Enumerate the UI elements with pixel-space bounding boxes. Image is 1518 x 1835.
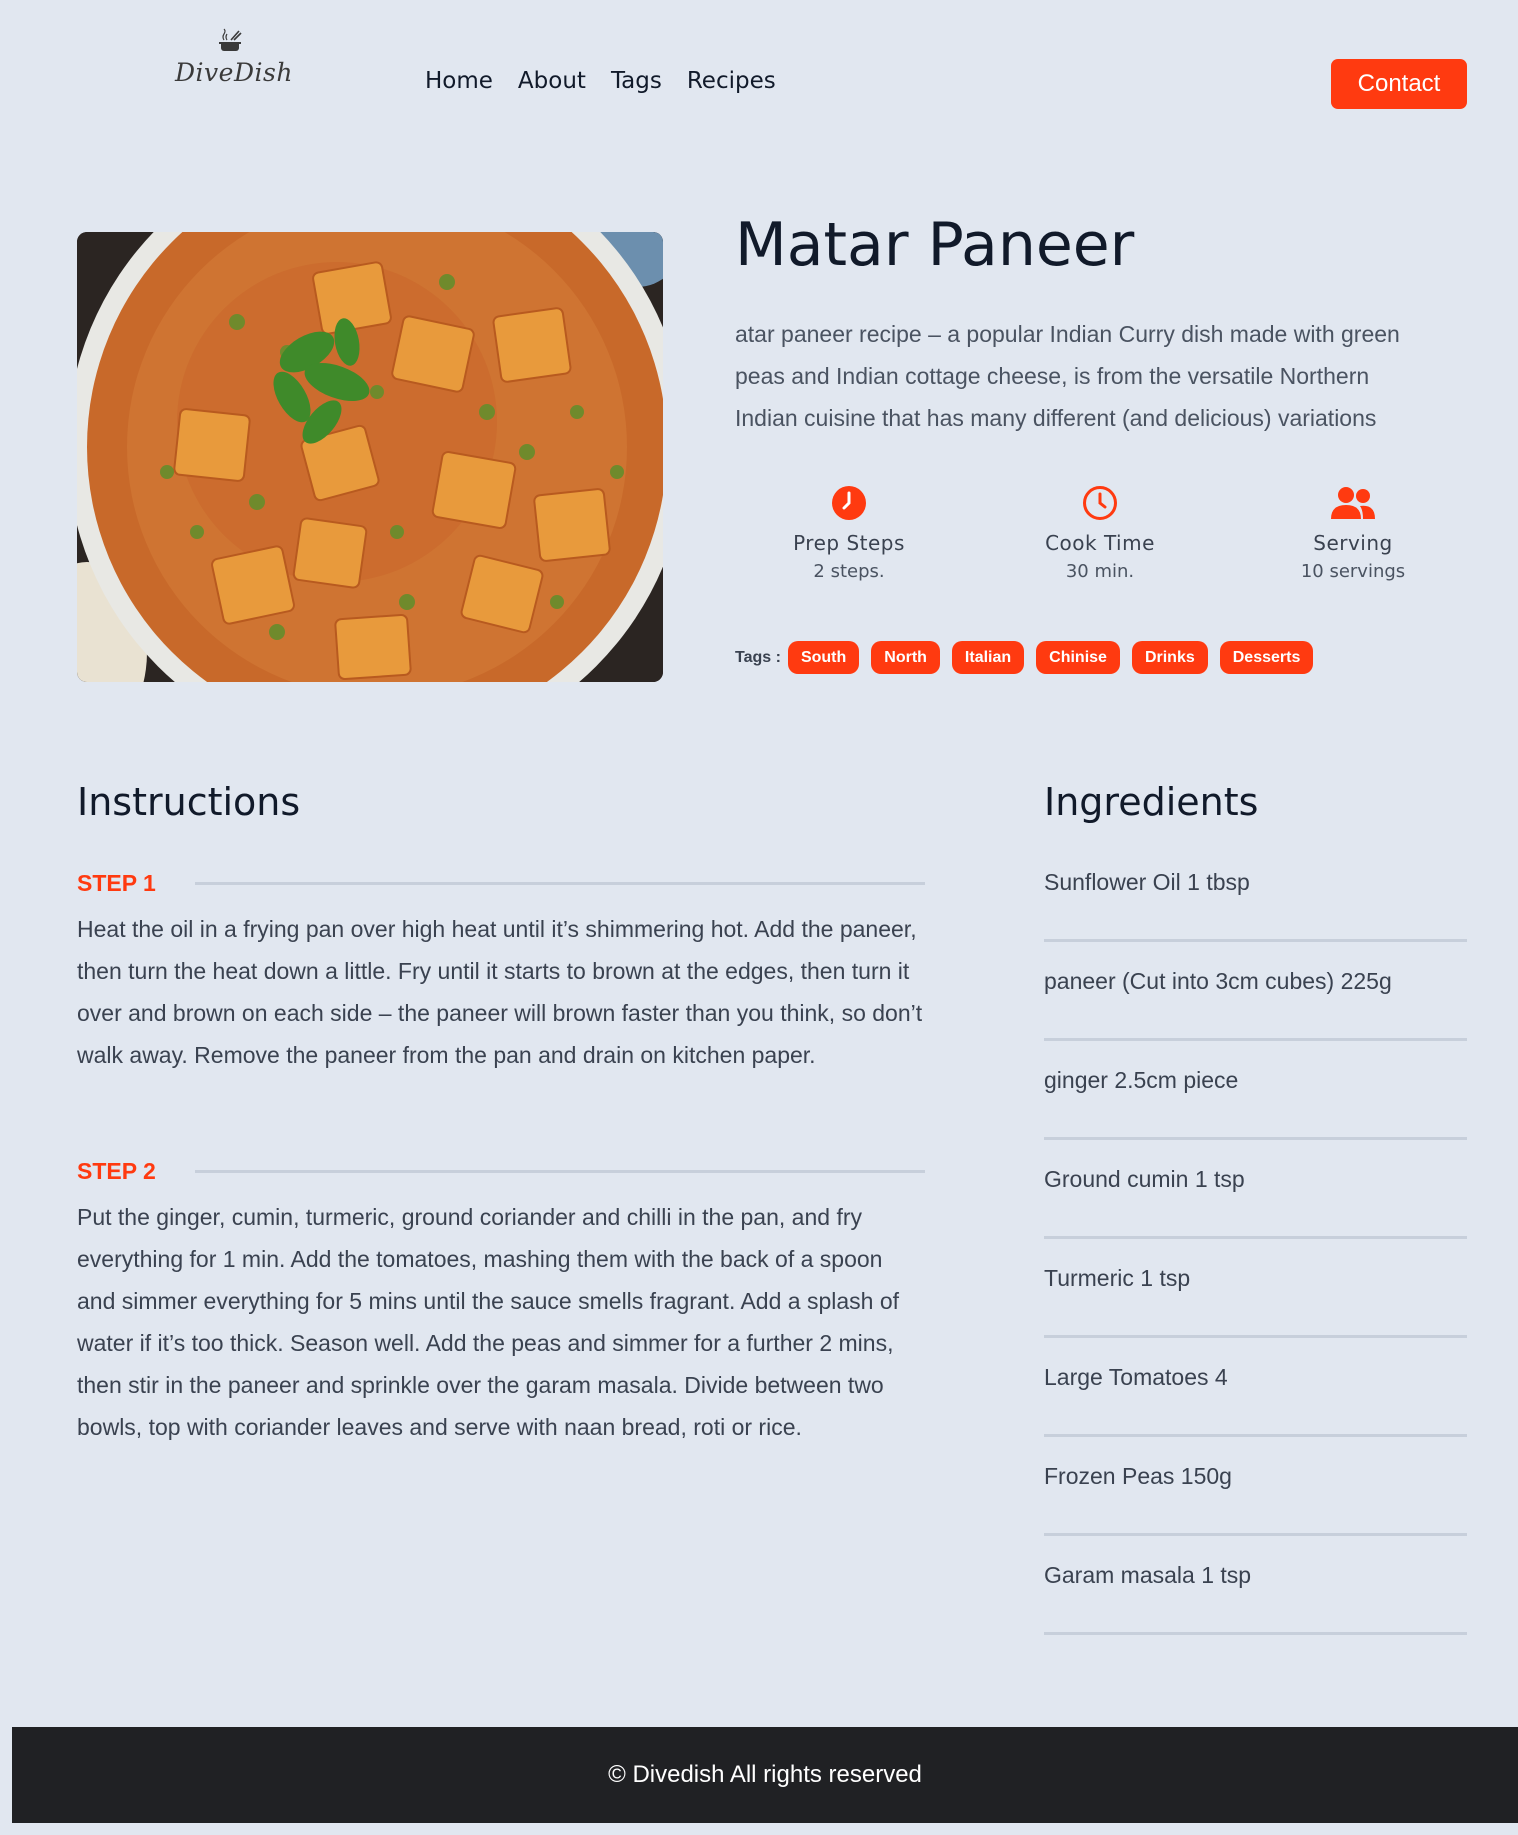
recipe-title: Matar Paneer bbox=[735, 210, 1135, 280]
step-label: STEP 1 bbox=[77, 869, 156, 896]
site-header: DiveDish Home About Tags Recipes Contact bbox=[0, 0, 1518, 170]
tag-list: Tags : South North Italian Chinise Drink… bbox=[735, 641, 1325, 674]
nav-about[interactable]: About bbox=[518, 68, 586, 94]
ingredients-heading: Ingredients bbox=[1044, 780, 1259, 824]
recipe-description: atar paneer recipe – a popular Indian Cu… bbox=[735, 321, 1400, 431]
stat-value: 2 steps. bbox=[813, 561, 885, 582]
recipe-stats: Prep Steps 2 steps. Cook Time 30 min. Se… bbox=[735, 485, 1465, 595]
nav-home[interactable]: Home bbox=[425, 68, 493, 94]
clock-filled-icon bbox=[832, 486, 866, 520]
ingredient-item: Garam masala 1 tsp bbox=[1044, 1536, 1467, 1635]
tags-label: Tags : bbox=[735, 648, 781, 666]
stat-label: Prep Steps bbox=[793, 531, 905, 555]
instruction-step-1: STEP 1 Heat the oil in a frying pan over… bbox=[77, 868, 925, 1076]
step-divider bbox=[195, 881, 925, 885]
ingredient-item: Ground cumin 1 tsp bbox=[1044, 1140, 1467, 1239]
stat-value: 30 min. bbox=[1065, 561, 1135, 582]
tag-south[interactable]: South bbox=[787, 641, 860, 674]
stat-label: Cook Time bbox=[1045, 531, 1155, 555]
ingredient-item: Turmeric 1 tsp bbox=[1044, 1239, 1467, 1338]
users-icon bbox=[1331, 487, 1375, 519]
step-label: STEP 2 bbox=[77, 1157, 156, 1184]
stat-serving: Serving 10 servings bbox=[1253, 485, 1453, 582]
contact-button[interactable]: Contact bbox=[1331, 59, 1467, 109]
cooking-pot-icon bbox=[219, 28, 242, 51]
tag-north[interactable]: North bbox=[871, 641, 940, 674]
main-nav: Home About Tags Recipes bbox=[425, 68, 776, 94]
stat-label: Serving bbox=[1313, 531, 1393, 555]
recipe-image bbox=[77, 232, 663, 682]
step-text: Heat the oil in a frying pan over high h… bbox=[77, 916, 923, 1068]
tag-drinks[interactable]: Drinks bbox=[1131, 641, 1208, 674]
nav-recipes[interactable]: Recipes bbox=[687, 68, 776, 94]
brand-name: DiveDish bbox=[175, 58, 293, 87]
logo[interactable]: DiveDish bbox=[175, 28, 293, 87]
stat-cook-time: Cook Time 30 min. bbox=[1000, 485, 1200, 582]
ingredient-item: ginger 2.5cm piece bbox=[1044, 1041, 1467, 1140]
stat-value: 10 servings bbox=[1300, 561, 1406, 582]
nav-tags[interactable]: Tags bbox=[611, 68, 662, 94]
tag-italian[interactable]: Italian bbox=[951, 641, 1025, 674]
clock-outline-icon bbox=[1083, 486, 1117, 520]
stat-prep-steps: Prep Steps 2 steps. bbox=[749, 485, 949, 582]
ingredient-item: paneer (Cut into 3cm cubes) 225g bbox=[1044, 942, 1467, 1041]
step-divider bbox=[195, 1169, 925, 1173]
instructions-heading: Instructions bbox=[77, 780, 301, 824]
site-footer: © Divedish All rights reserved bbox=[12, 1727, 1518, 1823]
ingredient-item: Large Tomatoes 4 bbox=[1044, 1338, 1467, 1437]
ingredient-item: Frozen Peas 150g bbox=[1044, 1437, 1467, 1536]
copyright-text: © Divedish All rights reserved bbox=[608, 1761, 922, 1788]
ingredient-item: Sunflower Oil 1 tbsp bbox=[1044, 843, 1467, 942]
instruction-step-2: STEP 2 Put the ginger, cumin, turmeric, … bbox=[77, 1156, 925, 1448]
step-text: Put the ginger, cumin, turmeric, ground … bbox=[77, 1204, 900, 1440]
tag-chinise[interactable]: Chinise bbox=[1036, 641, 1120, 674]
tag-desserts[interactable]: Desserts bbox=[1219, 641, 1314, 674]
ingredient-list: Sunflower Oil 1 tbsp paneer (Cut into 3c… bbox=[1044, 843, 1467, 1635]
